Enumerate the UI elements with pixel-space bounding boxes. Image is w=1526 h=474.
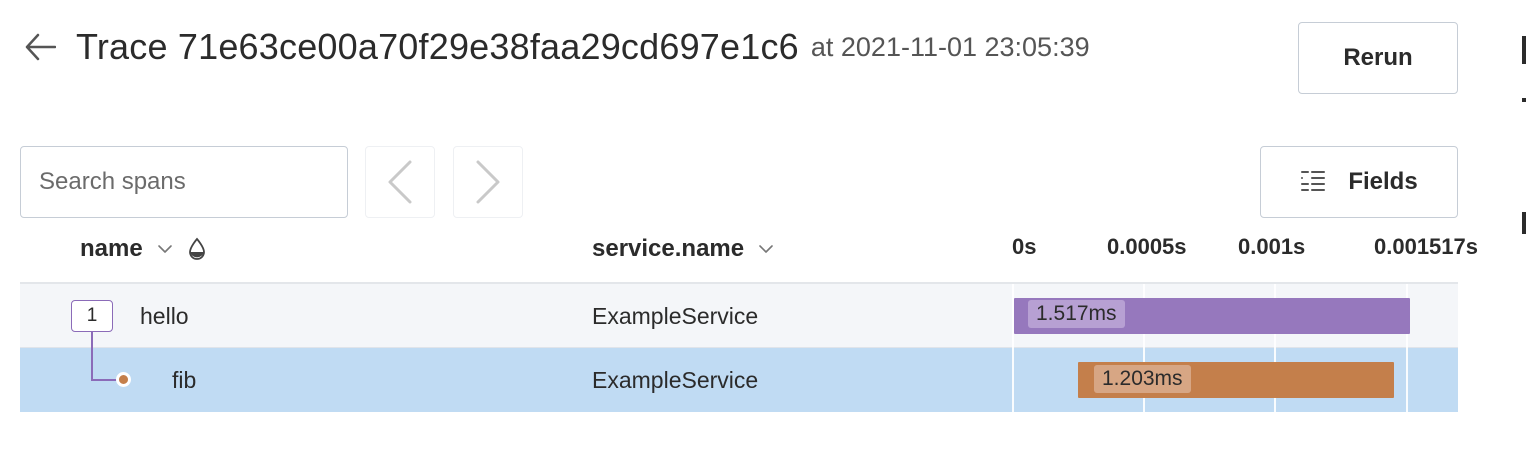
span-duration-label: 1.517ms bbox=[1028, 300, 1125, 328]
timeline-tick: 0.001517s bbox=[1374, 234, 1478, 259]
column-header-name-label: name bbox=[80, 235, 143, 262]
child-count-badge[interactable]: 1 bbox=[71, 300, 113, 332]
column-header-name[interactable]: name bbox=[80, 232, 207, 266]
previous-span-button[interactable] bbox=[365, 146, 435, 218]
fields-button[interactable]: Fields bbox=[1260, 146, 1458, 218]
span-service: ExampleService bbox=[592, 303, 759, 329]
droplet-icon[interactable] bbox=[187, 237, 207, 261]
chevron-left-icon bbox=[388, 160, 412, 204]
chevron-right-icon bbox=[476, 160, 500, 204]
offscreen-panel-edge bbox=[1522, 36, 1526, 64]
span-service: ExampleService bbox=[592, 367, 759, 393]
tree-connector bbox=[91, 379, 119, 381]
offscreen-panel-edge bbox=[1522, 98, 1526, 102]
timeline-tick: 0.001s bbox=[1238, 234, 1306, 259]
span-node-dot-icon bbox=[116, 372, 131, 387]
chevron-down-icon[interactable] bbox=[157, 244, 173, 254]
next-span-button[interactable] bbox=[453, 146, 523, 218]
span-name: fib bbox=[172, 367, 197, 393]
fields-button-label: Fields bbox=[1348, 168, 1418, 195]
rerun-button[interactable]: Rerun bbox=[1298, 22, 1458, 94]
trace-header: Trace 71e63ce00a70f29e38faa29cd697e1c6 a… bbox=[22, 22, 1090, 72]
timeline-tick: 0.0005s bbox=[1107, 234, 1187, 259]
row-divider bbox=[20, 347, 1458, 348]
column-header-service[interactable]: service.name bbox=[592, 232, 774, 266]
offscreen-panel-edge bbox=[1522, 212, 1526, 234]
chevron-down-icon[interactable] bbox=[758, 244, 774, 254]
span-duration-label: 1.203ms bbox=[1094, 365, 1191, 393]
fields-list-icon bbox=[1300, 169, 1326, 195]
column-header-service-label: service.name bbox=[592, 235, 745, 262]
timeline-tick: 0s bbox=[1012, 234, 1037, 259]
search-input[interactable] bbox=[20, 146, 348, 218]
page-title: Trace 71e63ce00a70f29e38faa29cd697e1c6 bbox=[76, 26, 799, 67]
tree-connector bbox=[91, 332, 93, 380]
span-name: hello bbox=[140, 303, 189, 329]
back-arrow-icon[interactable] bbox=[22, 29, 58, 65]
trace-timestamp: at 2021-11-01 23:05:39 bbox=[810, 31, 1090, 62]
